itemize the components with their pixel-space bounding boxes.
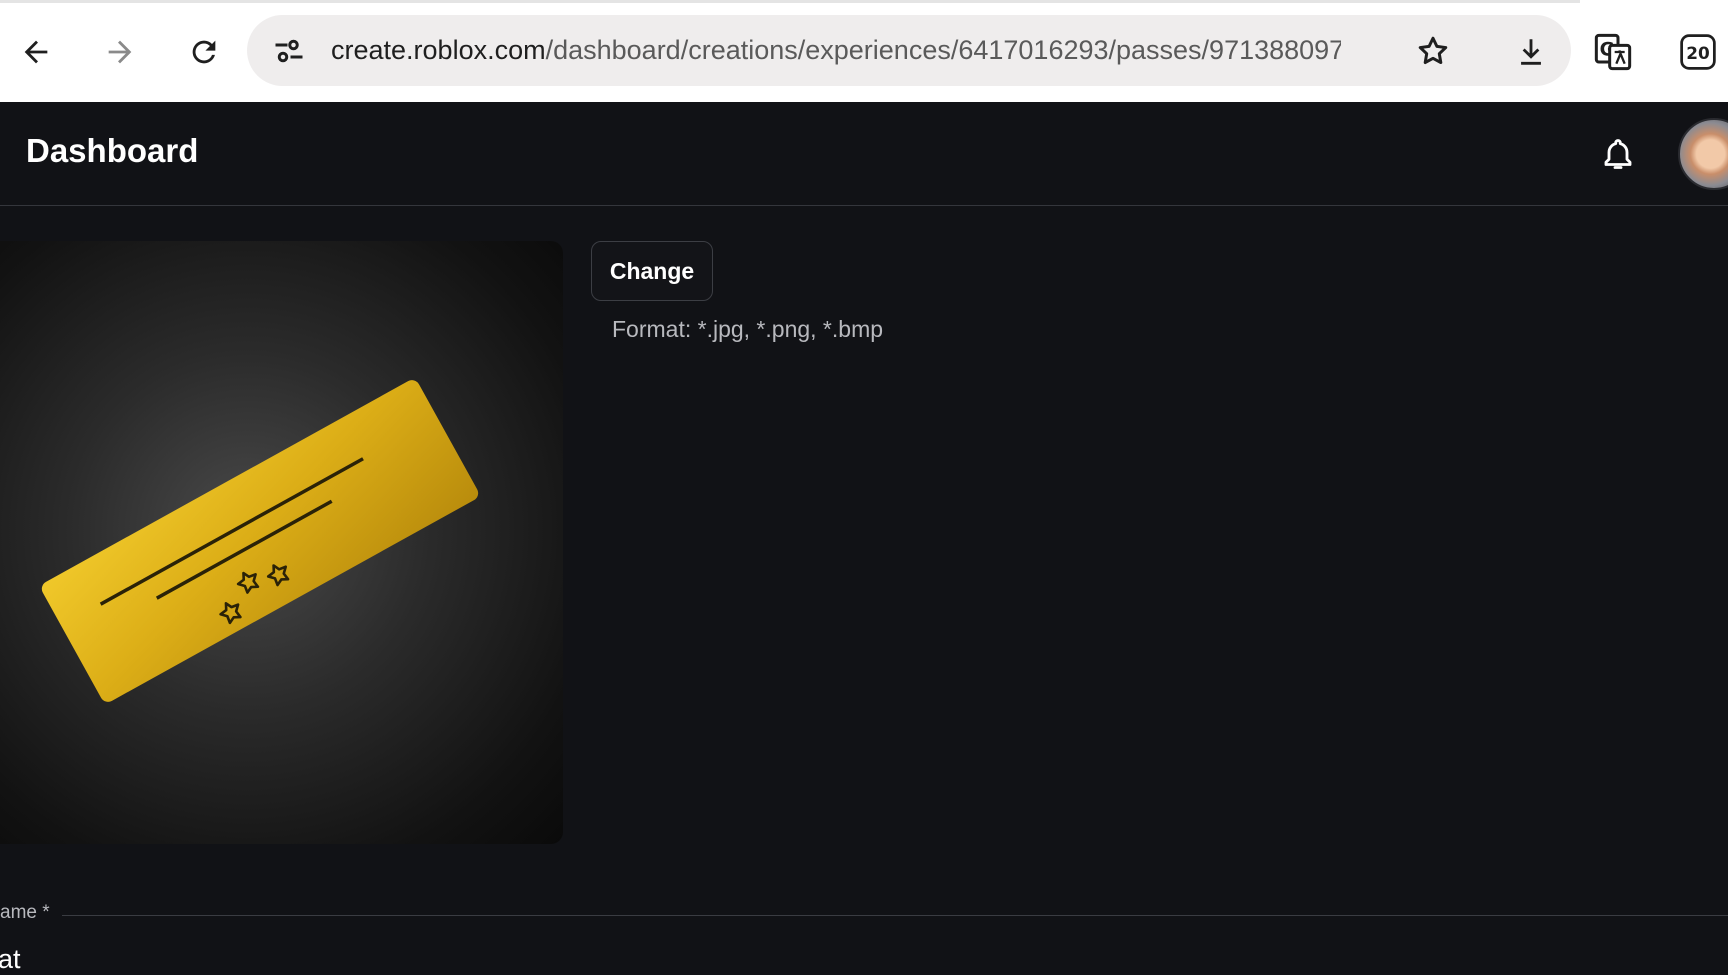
- name-field-outline: [62, 915, 1728, 916]
- arrow-left-icon: [24, 40, 48, 64]
- forward-button[interactable]: [96, 28, 144, 76]
- tab-strip-edge: [0, 0, 1580, 3]
- site-settings-icon[interactable]: [271, 33, 307, 69]
- translate-extension-button[interactable]: G: [1591, 30, 1635, 74]
- arrow-right-icon: [108, 40, 132, 64]
- notification-bell-icon[interactable]: [1600, 136, 1636, 172]
- ticket-image: [41, 380, 479, 702]
- back-button[interactable]: [12, 28, 60, 76]
- reload-icon: [192, 40, 216, 64]
- tab-count: 20: [1686, 43, 1709, 63]
- download-button[interactable]: [1509, 30, 1553, 74]
- download-icon: [1521, 39, 1541, 65]
- google-translate-icon: G: [1594, 33, 1632, 71]
- url-path: /dashboard/creations/experiences/6417016…: [545, 35, 1341, 65]
- url-text[interactable]: create.roblox.com/dashboard/creations/ex…: [331, 15, 1341, 86]
- url-host: create.roblox.com: [331, 35, 546, 65]
- bookmark-star-icon[interactable]: [1415, 33, 1451, 69]
- page-title: Dashboard: [26, 132, 199, 169]
- address-bar[interactable]: create.roblox.com/dashboard/creations/ex…: [247, 15, 1571, 86]
- app-header: Dashboard: [0, 102, 1728, 206]
- reload-button[interactable]: [180, 28, 228, 76]
- name-field-label: ame *: [0, 902, 50, 923]
- change-image-button[interactable]: Change: [591, 241, 713, 301]
- extension-badge-button[interactable]: 20: [1676, 30, 1720, 74]
- browser-toolbar: create.roblox.com/dashboard/creations/ex…: [0, 0, 1728, 102]
- tab-counter-icon: 20: [1680, 34, 1716, 70]
- name-field-input[interactable]: at: [0, 944, 21, 975]
- pass-thumbnail-image: [0, 241, 563, 844]
- avatar[interactable]: [1678, 118, 1728, 190]
- format-hint: Format: *.jpg, *.png, *.bmp: [612, 316, 884, 342]
